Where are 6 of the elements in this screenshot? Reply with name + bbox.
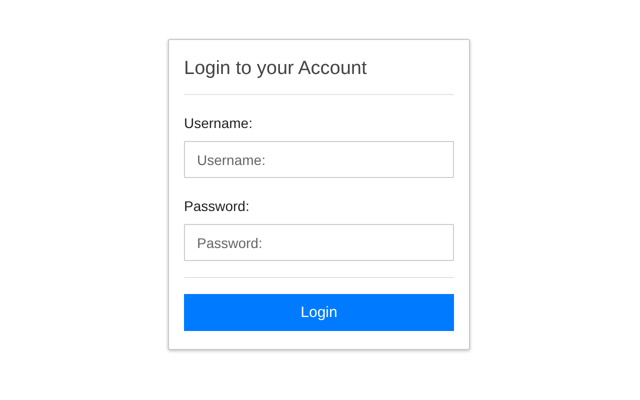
login-button[interactable]: Login (184, 294, 454, 331)
input-field[interactable]: Password: (184, 224, 454, 261)
field-label: Username: (184, 115, 252, 131)
input-field[interactable]: Username: (184, 141, 454, 178)
card-title: Login to your Account (184, 57, 454, 95)
field-label: Password: (184, 198, 250, 214)
